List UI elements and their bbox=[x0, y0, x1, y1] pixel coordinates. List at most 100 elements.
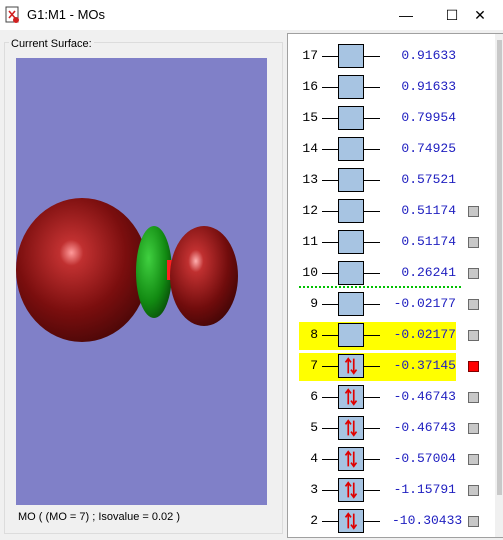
mo-row-11[interactable]: 11 0.51174 bbox=[288, 226, 502, 257]
mo-index: 16 bbox=[302, 79, 318, 94]
surface-caption: MO ( (MO = 7) ; Isovalue = 0.02 ) bbox=[18, 511, 180, 523]
mo-row-15[interactable]: 15 0.79954 bbox=[288, 102, 502, 133]
mo-list-scroll-thumb[interactable] bbox=[497, 40, 502, 495]
level-tick-right bbox=[364, 118, 380, 119]
mo-energy: 0.51174 bbox=[401, 203, 456, 218]
mo-energy: 0.26241 bbox=[401, 265, 456, 280]
mo-index: 4 bbox=[310, 451, 318, 466]
level-tick-right bbox=[364, 397, 380, 398]
mo-level-box[interactable] bbox=[338, 478, 364, 502]
mo-row-9[interactable]: 9 -0.02177 bbox=[288, 288, 502, 319]
level-tick-right bbox=[364, 273, 380, 274]
mo-energy: 0.51174 bbox=[401, 234, 456, 249]
mo-energy: 0.91633 bbox=[401, 79, 456, 94]
mo-row-17[interactable]: 17 0.91633 bbox=[288, 40, 502, 71]
mo-level-box[interactable] bbox=[338, 75, 364, 99]
level-tick-right bbox=[364, 490, 380, 491]
mo-energy-list[interactable]: 17 0.91633 16 0.91633 15 0.79954 14 0.74925 13 0.… bbox=[287, 33, 503, 538]
level-tick-left bbox=[322, 366, 338, 367]
mo-select-checkbox[interactable] bbox=[468, 237, 479, 248]
mo-row-4[interactable]: 4 -0.57004 bbox=[288, 443, 502, 474]
mo-energy: 0.57521 bbox=[401, 172, 456, 187]
level-tick-right bbox=[364, 521, 380, 522]
mo-row-7[interactable]: 7 -0.37145 bbox=[288, 350, 502, 381]
mo-index: 15 bbox=[302, 110, 318, 125]
mo-level-box[interactable] bbox=[338, 199, 364, 223]
level-tick-left bbox=[322, 521, 338, 522]
mo-row-6[interactable]: 6 -0.46743 bbox=[288, 381, 502, 412]
orbital-viewport[interactable] bbox=[16, 58, 267, 505]
level-tick-left bbox=[322, 87, 338, 88]
mo-index: 3 bbox=[310, 482, 318, 497]
level-tick-right bbox=[364, 211, 380, 212]
mo-index: 17 bbox=[302, 48, 318, 63]
mo-level-box[interactable] bbox=[338, 447, 364, 471]
spin-pair-icon bbox=[344, 450, 358, 468]
title-bar: G1:M1 - MOs — ☐ ✕ bbox=[0, 0, 503, 30]
level-tick-right bbox=[364, 459, 380, 460]
mo-level-box[interactable] bbox=[338, 261, 364, 285]
mo-row-14[interactable]: 14 0.74925 bbox=[288, 133, 502, 164]
spin-pair-icon bbox=[344, 419, 358, 437]
mo-energy: -0.46743 bbox=[393, 389, 456, 404]
mo-index: 7 bbox=[310, 358, 318, 373]
mo-energy: -1.15791 bbox=[393, 482, 456, 497]
mo-energy: -0.46743 bbox=[393, 420, 456, 435]
mo-energy: -0.02177 bbox=[393, 296, 456, 311]
mo-level-box[interactable] bbox=[338, 509, 364, 533]
mo-select-checkbox[interactable] bbox=[468, 361, 479, 372]
mo-level-box[interactable] bbox=[338, 292, 364, 316]
mo-level-box[interactable] bbox=[338, 385, 364, 409]
orbital-render bbox=[16, 198, 238, 342]
orbital-lobe-left bbox=[16, 198, 148, 342]
mo-select-checkbox[interactable] bbox=[468, 516, 479, 527]
mo-energy: -0.37145 bbox=[393, 358, 456, 373]
surface-group-label: Current Surface: bbox=[9, 38, 94, 50]
mo-select-checkbox[interactable] bbox=[468, 423, 479, 434]
level-tick-left bbox=[322, 180, 338, 181]
level-tick-left bbox=[322, 56, 338, 57]
mo-row-12[interactable]: 12 0.51174 bbox=[288, 195, 502, 226]
mo-row-5[interactable]: 5 -0.46743 bbox=[288, 412, 502, 443]
homo-lumo-separator bbox=[299, 286, 461, 288]
mo-level-box[interactable] bbox=[338, 354, 364, 378]
mo-level-box[interactable] bbox=[338, 44, 364, 68]
mo-select-checkbox[interactable] bbox=[468, 299, 479, 310]
level-tick-left bbox=[322, 118, 338, 119]
mo-row-13[interactable]: 13 0.57521 bbox=[288, 164, 502, 195]
mo-level-box[interactable] bbox=[338, 230, 364, 254]
mo-energy: 0.79954 bbox=[401, 110, 456, 125]
mo-level-box[interactable] bbox=[338, 137, 364, 161]
mo-level-box[interactable] bbox=[338, 323, 364, 347]
mo-row-2[interactable]: 2 -10.30433 bbox=[288, 505, 502, 536]
mo-energy: 0.74925 bbox=[401, 141, 456, 156]
spin-pair-icon bbox=[344, 512, 358, 530]
mo-select-checkbox[interactable] bbox=[468, 454, 479, 465]
level-tick-left bbox=[322, 273, 338, 274]
level-tick-left bbox=[322, 397, 338, 398]
mo-select-checkbox[interactable] bbox=[468, 330, 479, 341]
mo-select-checkbox[interactable] bbox=[468, 392, 479, 403]
mo-level-box[interactable] bbox=[338, 106, 364, 130]
level-tick-left bbox=[322, 304, 338, 305]
level-tick-right bbox=[364, 304, 380, 305]
mo-select-checkbox[interactable] bbox=[468, 206, 479, 217]
mo-index: 2 bbox=[310, 513, 318, 528]
mo-level-box[interactable] bbox=[338, 416, 364, 440]
spin-pair-icon bbox=[344, 357, 358, 375]
mo-row-3[interactable]: 3 -1.15791 bbox=[288, 474, 502, 505]
orbital-lobe-green bbox=[136, 226, 172, 318]
mo-select-checkbox[interactable] bbox=[468, 485, 479, 496]
minimize-button[interactable]: — bbox=[383, 0, 429, 30]
close-button[interactable]: ✕ bbox=[457, 0, 503, 30]
mo-level-box[interactable] bbox=[338, 168, 364, 192]
app-icon bbox=[5, 6, 19, 23]
level-tick-left bbox=[322, 211, 338, 212]
mo-row-16[interactable]: 16 0.91633 bbox=[288, 71, 502, 102]
level-tick-right bbox=[364, 180, 380, 181]
mo-select-checkbox[interactable] bbox=[468, 268, 479, 279]
mo-energy: -0.57004 bbox=[393, 451, 456, 466]
mo-row-8[interactable]: 8 -0.02177 bbox=[288, 319, 502, 350]
mo-row-10[interactable]: 10 0.26241 bbox=[288, 257, 502, 288]
mo-index: 11 bbox=[302, 234, 318, 249]
